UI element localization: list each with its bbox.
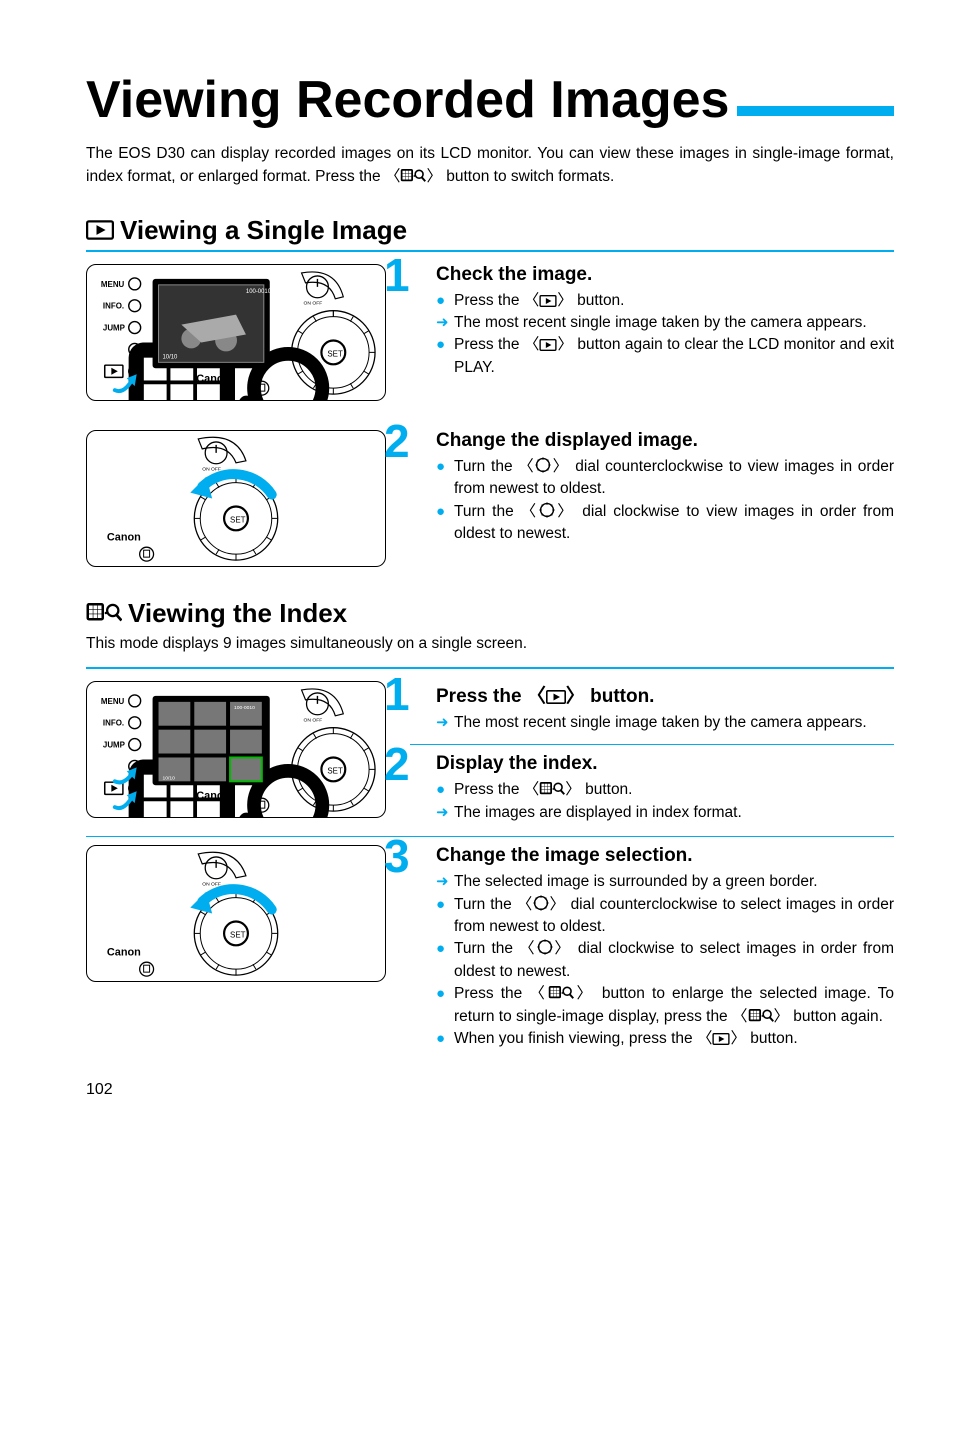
step-title: Press the 〈〉 button. [436, 681, 894, 708]
thin-rule [410, 744, 894, 745]
camera-back-diagram: MENU INFO. JUMP 100-0010 10/10 [86, 264, 386, 401]
svg-text:SET: SET [230, 515, 246, 524]
svg-text:JUMP: JUMP [103, 323, 126, 332]
bullet-icon: ● [436, 983, 454, 1005]
step-body: ●Press the 〈〉 button. ➜The most recent s… [436, 290, 894, 380]
step-title: Display the index. [436, 753, 894, 775]
svg-text:MENU: MENU [101, 697, 125, 706]
play-icon [539, 339, 557, 351]
section-heading-index-text: Viewing the Index [128, 598, 347, 629]
svg-text:JUMP: JUMP [103, 740, 126, 749]
title-accent-bar [737, 106, 894, 116]
section-heading-index: Viewing the Index [86, 598, 894, 629]
camera-dial-diagram: ON OFF SET Canon [86, 845, 386, 982]
thin-rule [86, 836, 894, 837]
s1-step1: MENU INFO. JUMP 100-0010 10/10 [86, 264, 894, 406]
bullet-icon: ● [436, 290, 454, 312]
svg-text:SET: SET [327, 349, 343, 358]
arrow-icon: ➜ [436, 871, 454, 893]
bullet-icon: ● [436, 938, 454, 960]
svg-text:MENU: MENU [101, 279, 125, 288]
page-title: Viewing Recorded Images [86, 70, 729, 130]
step-title: Change the displayed image. [436, 430, 894, 452]
camera-back-index-diagram: MENU INFO. JUMP 100-0010 10/10 [86, 681, 386, 818]
svg-text:SET: SET [327, 766, 343, 775]
bullet-icon: ● [436, 501, 454, 523]
svg-text:ON OFF: ON OFF [304, 717, 323, 723]
dial-icon [539, 502, 555, 518]
step-body: ➜The most recent single image taken by t… [436, 712, 894, 734]
svg-text:Canon: Canon [107, 531, 141, 543]
svg-text:Canon: Canon [196, 790, 230, 802]
index-mag-icon [400, 169, 426, 183]
s1-step2: ON OFF SET Canon [86, 430, 894, 572]
intro-text-b: 〉 button to switch formats. [426, 168, 614, 185]
step-title: Check the image. [436, 264, 894, 286]
camera-dial-diagram: ON OFF SET Canon [86, 430, 386, 567]
section-heading-single-text: Viewing a Single Image [120, 215, 407, 246]
svg-text:Canon: Canon [196, 373, 230, 385]
svg-text:SET: SET [230, 930, 246, 939]
svg-text:ON OFF: ON OFF [304, 300, 323, 306]
step-number: 2 [384, 418, 410, 464]
svg-text:Canon: Canon [107, 946, 141, 958]
page-number: 102 [86, 1081, 894, 1099]
svg-text:100-0010: 100-0010 [246, 288, 272, 294]
svg-text:10/10: 10/10 [163, 354, 179, 360]
index-mag-icon [548, 986, 574, 1000]
play-icon [539, 295, 557, 307]
svg-text:INFO.: INFO. [103, 301, 124, 310]
step-body: ●Press the 〈〉 button. ➜The images are di… [436, 779, 894, 824]
svg-text:100-0010: 100-0010 [234, 704, 255, 710]
step-number: 1 [384, 671, 410, 717]
s2-step3: ON OFF SET Canon [86, 845, 894, 1051]
dial-icon [535, 457, 551, 473]
bullet-icon: ● [436, 456, 454, 478]
step-number: 3 [384, 833, 410, 879]
bullet-icon: ● [436, 1028, 454, 1050]
bullet-icon: ● [436, 779, 454, 801]
index-mag-icon [748, 1009, 774, 1023]
section-heading-single: Viewing a Single Image [86, 215, 894, 246]
svg-text:INFO.: INFO. [103, 718, 124, 727]
intro-paragraph: The EOS D30 can display recorded images … [86, 142, 894, 189]
dial-icon [537, 939, 553, 955]
bullet-icon: ● [436, 894, 454, 916]
play-icon [546, 690, 566, 704]
index-mag-icon [539, 782, 565, 796]
play-icon [712, 1033, 730, 1045]
section-subtext: This mode displays 9 images simultaneous… [86, 635, 894, 653]
section-rule [86, 667, 894, 669]
section-rule [86, 250, 894, 252]
step-body: ➜The selected image is surrounded by a g… [436, 871, 894, 1051]
step-number: 2 [384, 741, 410, 787]
step-title: Change the image selection. [436, 845, 894, 867]
page-title-row: Viewing Recorded Images [86, 70, 894, 130]
bullet-icon: ● [436, 334, 454, 356]
step-body: ●Turn the 〈〉 dial counterclockwise to vi… [436, 456, 894, 546]
arrow-icon: ➜ [436, 712, 454, 734]
step-number: 1 [384, 252, 410, 298]
s2-step12: MENU INFO. JUMP 100-0010 10/10 [86, 681, 894, 824]
index-mag-icon [86, 603, 122, 623]
arrow-icon: ➜ [436, 802, 454, 824]
dial-icon [533, 895, 549, 911]
svg-text:10/10: 10/10 [163, 775, 176, 781]
play-icon [86, 220, 114, 240]
arrow-icon: ➜ [436, 312, 454, 334]
